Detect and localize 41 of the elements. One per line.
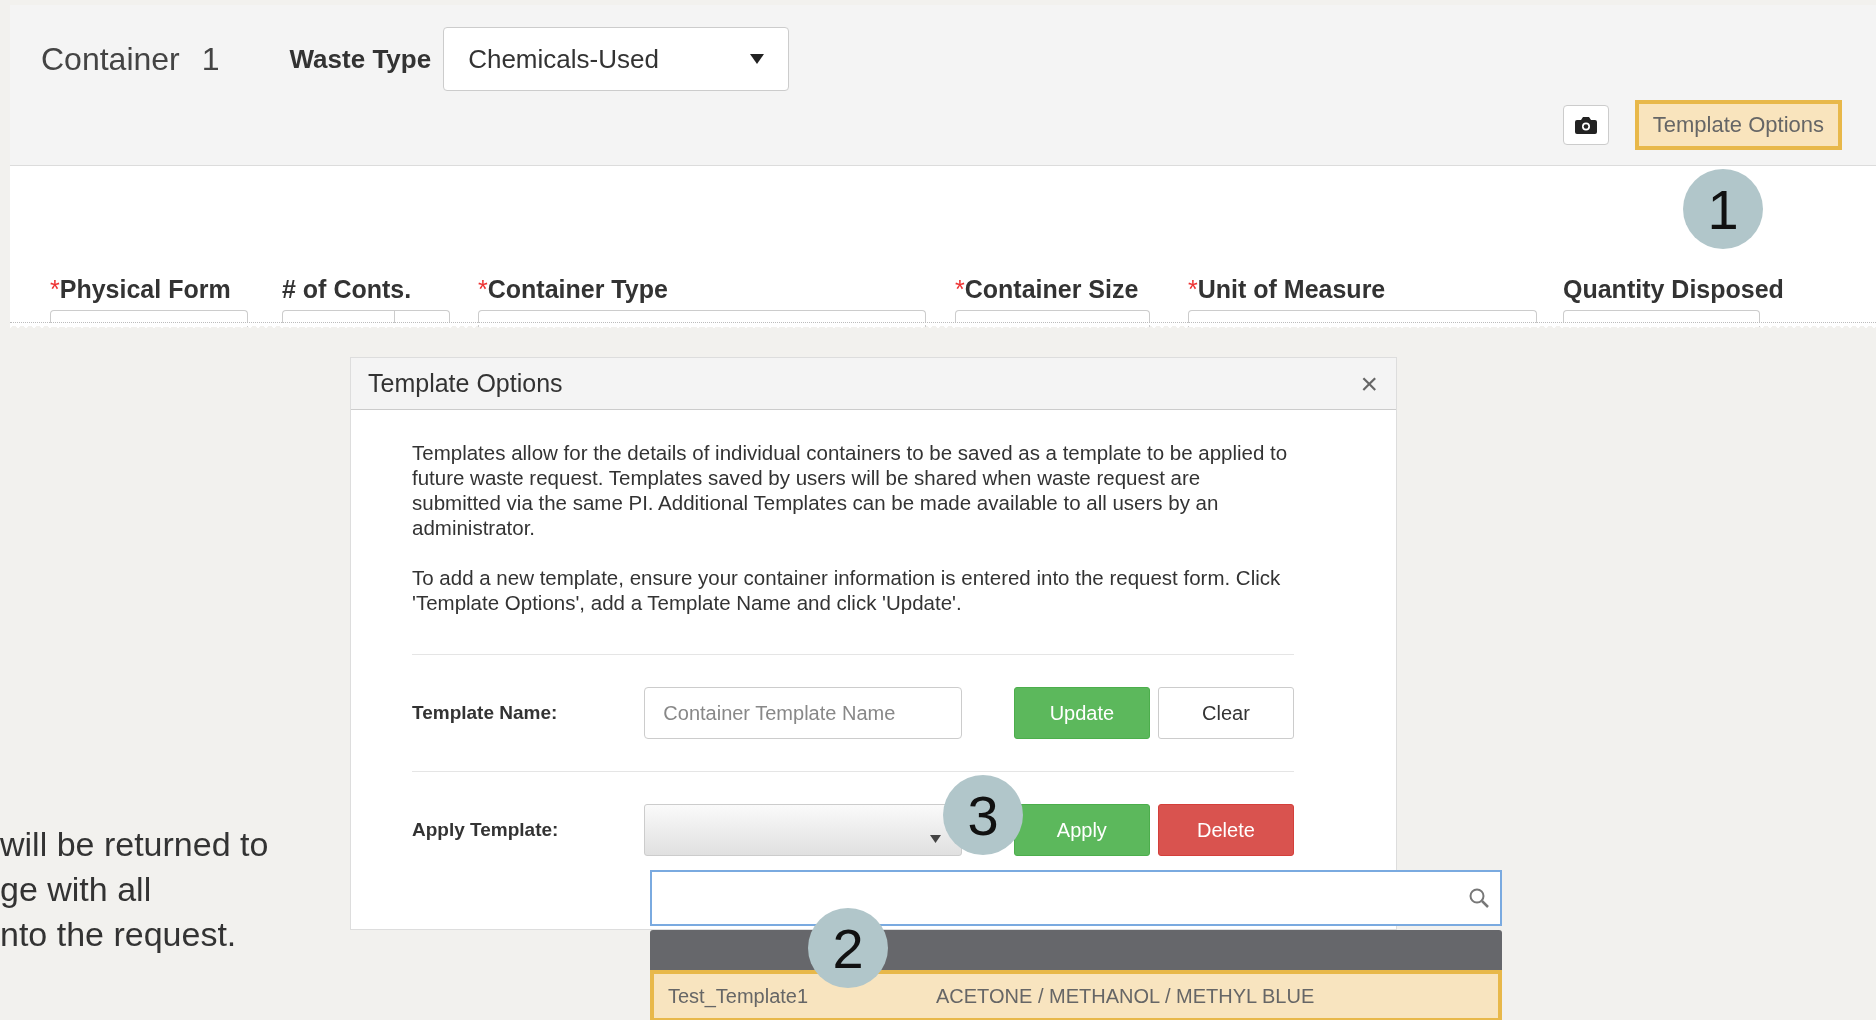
template-name-input[interactable]: Container Template Name [644, 687, 962, 739]
template-chemicals: ACETONE / METHANOL / METHYL BLUE [936, 984, 1315, 1008]
dialog-paragraph: To add a new template, ensure your container information is entered into the request form. Click 'Template Options', add a Template Name and click 'Update'. [412, 565, 1282, 615]
field-label: Quantity Disposed [1563, 274, 1784, 304]
select-field[interactable] [955, 310, 1150, 327]
camera-icon [1574, 116, 1597, 134]
dialog-paragraph: Templates allow for the details of individual containers to be saved as a template to be applied to future waste request. Templates saved by users will be shared when waste request are submitted via the same PI. Additional Templates can be made available to all users by an administrator. [412, 440, 1289, 540]
field-label: *Physical Form [50, 274, 231, 304]
instruction-text: nto the request. [0, 916, 238, 953]
template-option[interactable]: Test_Template1 ACETONE / METHANOL / METHYL BLUE [650, 970, 1502, 1020]
dialog-title: Template Options [368, 369, 563, 398]
waste-type-select[interactable]: Chemicals-Used [443, 27, 790, 91]
select-field[interactable] [1188, 310, 1537, 327]
field-label: # of Conts. [282, 274, 412, 304]
waste-type-label: Waste Type [289, 43, 432, 75]
template-options-button[interactable]: Template Options [1634, 100, 1842, 150]
update-button[interactable]: Update [1013, 687, 1150, 739]
template-select[interactable] [644, 804, 962, 856]
container-title: Container [41, 40, 180, 78]
caret-icon [750, 54, 765, 64]
delete-button[interactable]: Delete [1157, 804, 1294, 856]
close-button[interactable]: × [1360, 366, 1378, 401]
select-field[interactable] [50, 310, 248, 327]
instruction-text: ge with all [0, 871, 153, 908]
field-label: *Container Type [478, 274, 668, 304]
input-field[interactable] [1563, 310, 1760, 327]
search-field[interactable] [650, 870, 1502, 926]
camera-button[interactable] [1562, 105, 1609, 145]
template-name: Test_Template1 [668, 984, 810, 1008]
search-icon [1468, 887, 1490, 909]
select-field[interactable] [478, 310, 926, 327]
caret-icon [929, 835, 941, 843]
apply-button[interactable]: Apply [1013, 804, 1150, 856]
template-name-label: Template Name: [412, 702, 559, 724]
field-label: *Container Size [955, 274, 1139, 304]
number-input[interactable] [282, 310, 450, 327]
apply-template-label: Apply Template: [412, 819, 560, 841]
instruction-text: will be returned to [0, 826, 269, 863]
clear-button[interactable]: Clear [1157, 687, 1294, 739]
container-number: 1 [201, 40, 220, 78]
field-label: *Unit of Measure [1188, 274, 1386, 304]
